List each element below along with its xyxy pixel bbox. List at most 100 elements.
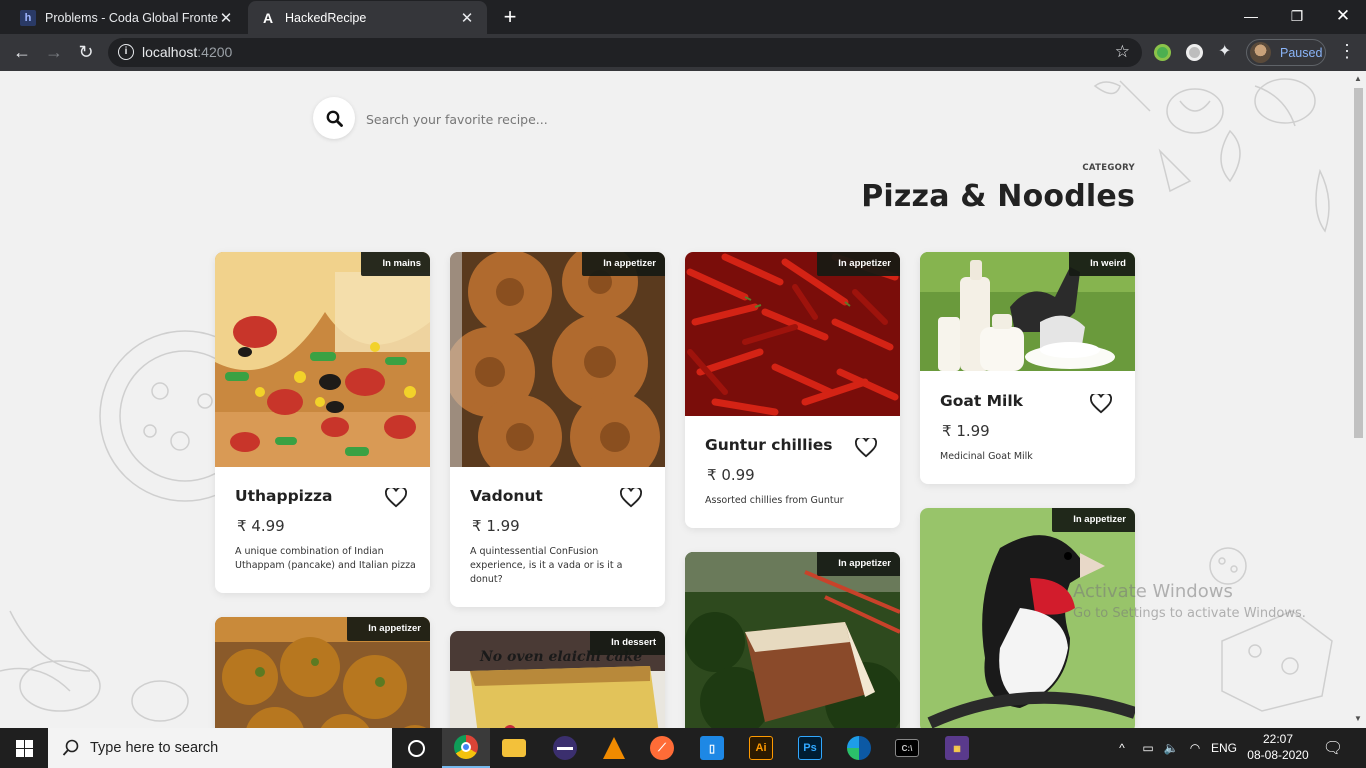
dish-description: Medicinal Goat Milk [940,451,1033,462]
new-tab-button[interactable]: + [500,4,520,30]
dish-name: Vadonut [470,487,543,505]
recipe-card-goat-milk[interactable]: In weird Goat Milk ₹ 1.99 Medicinal Goat… [920,252,1135,484]
scroll-down-icon[interactable]: ▼ [1354,714,1362,723]
browser-toolbar: ← → ↻ i localhost:4200 ☆ ✦ Paused ⋮ [0,34,1366,71]
price-value: 1.99 [956,422,990,440]
battery-icon[interactable]: ▭ [1138,728,1158,768]
taskbar-clock[interactable]: 22:07 08-08-2020 [1246,731,1310,763]
cortana-button[interactable] [392,728,440,768]
chillies-image [685,252,900,416]
taskbar-eclipse[interactable] [541,728,589,768]
activate-windows-title: Activate Windows [1073,581,1233,602]
network-icon[interactable]: ◠ [1184,728,1206,768]
dish-price: ₹ 1.99 [942,422,990,440]
profile-avatar [1250,42,1271,63]
extensions-puzzle-icon[interactable]: ✦ [1218,41,1235,60]
taskbar-terminal[interactable]: C:\ [883,728,931,768]
address-bar[interactable]: i localhost:4200 ☆ [108,38,1142,67]
taskbar-file-explorer[interactable] [490,728,538,768]
close-window-button[interactable]: ✕ [1320,0,1366,32]
chrome-icon [454,735,478,759]
dish-name: Uthappizza [235,487,333,505]
extension-green-icon[interactable] [1154,44,1171,61]
angular-favicon-icon: A [262,9,274,26]
windows-logo-icon [15,739,33,757]
file-explorer-icon [502,739,526,757]
site-info-icon[interactable]: i [118,44,134,60]
volume-icon[interactable]: 🔈 [1160,728,1182,768]
recipe-card-appetizer-paneer[interactable]: In appetizer [685,552,900,728]
edge-icon [847,736,871,760]
postman-icon: ⟋ [650,736,674,760]
paneer-image [685,552,900,728]
search-icon [326,110,343,127]
minimize-window-button[interactable]: ― [1228,0,1274,32]
forward-button[interactable]: → [41,39,67,65]
taskbar-search-box[interactable]: Type here to search [48,728,392,768]
course-tag: In dessert [590,631,665,655]
heart-icon[interactable] [855,438,877,458]
address-url[interactable]: localhost:4200 [142,44,232,60]
profile-paused-button[interactable]: Paused [1246,39,1326,66]
pizza-photo [215,252,430,467]
profile-status-label: Paused [1280,45,1323,60]
course-tag: In appetizer [817,252,900,276]
recipe-card-uthappizza[interactable]: In mains Uthappizza ₹ 4.99 A unique comb… [215,252,430,593]
taskbar-postman[interactable]: ⟋ [638,728,686,768]
taskbar-game[interactable]: ▦ [933,728,981,768]
url-host: localhost [142,44,198,60]
recipe-card-dessert-cake[interactable]: No oven elaichi cake In dessert [450,631,665,728]
taskbar-chrome[interactable] [442,728,490,768]
taskbar-app-blue[interactable]: ▯ [688,728,736,768]
taskbar-illustrator[interactable]: Ai [737,728,785,768]
tab-problems[interactable]: h Problems - Coda Global Frontend ✕ [8,1,246,34]
paneer-photo [685,552,900,728]
activate-windows-subtitle: Go to Settings to activate Windows. [1073,606,1306,621]
heart-icon[interactable] [385,488,407,508]
chrome-menu-icon[interactable]: ⋮ [1338,42,1356,60]
illustrator-icon: Ai [749,736,773,760]
search-button[interactable] [313,97,355,139]
heart-icon[interactable] [620,488,642,508]
rupee-icon: ₹ [237,517,247,535]
reload-button[interactable]: ↻ [73,39,99,65]
start-button[interactable] [0,728,48,768]
browser-tab-strip: h Problems - Coda Global Frontend ✕ A Ha… [0,0,1366,34]
back-button[interactable]: ← [9,39,35,65]
photoshop-icon: Ps [798,736,822,760]
language-indicator[interactable]: ENG [1208,728,1240,768]
taskbar-vlc[interactable] [590,728,638,768]
donut-photo [450,252,665,467]
page-scrollbar[interactable]: ▲ ▼ [1351,71,1366,728]
taskbar-photoshop[interactable]: Ps [786,728,834,768]
recipe-search-input[interactable] [366,108,726,130]
uthappizza-image [215,252,430,467]
bookmark-star-icon[interactable]: ☆ [1115,42,1130,62]
show-hidden-icons-button[interactable]: ^ [1112,728,1132,768]
course-tag: In weird [1069,252,1135,276]
action-center-icon[interactable]: 🗨 [1318,728,1348,768]
tab-hackedrecipe[interactable]: A HackedRecipe ✕ [248,1,487,34]
dish-description: A quintessential ConFusion experience, i… [470,546,623,585]
scroll-up-icon[interactable]: ▲ [1354,74,1362,83]
restore-window-button[interactable]: ❐ [1274,0,1320,32]
course-tag: In appetizer [347,617,430,641]
rupee-icon: ₹ [942,422,952,440]
game-icon: ▦ [945,736,969,760]
tab-close-icon[interactable]: ✕ [459,9,475,27]
scrollbar-thumb[interactable] [1354,88,1363,438]
taskbar-search-placeholder: Type here to search [90,740,219,756]
recipe-card-guntur-chillies[interactable]: In appetizer Guntur chillies ₹ 0.99 Asso… [685,252,900,528]
cortana-icon [407,739,425,757]
url-port: :4200 [197,44,233,60]
recipe-card-vadonut[interactable]: In appetizer Vadonut ₹ 1.99 A quintessen… [450,252,665,607]
taskbar-edge[interactable] [835,728,883,768]
heart-icon[interactable] [1090,394,1112,414]
food-sketch-background [0,78,1333,722]
tab-close-icon[interactable]: ✕ [218,9,234,27]
recipe-card-appetizer-pakora[interactable]: In appetizer [215,617,430,728]
rupee-icon: ₹ [472,517,482,535]
course-tag: In mains [361,252,430,276]
extension-record-icon[interactable] [1186,44,1203,61]
rupee-icon: ₹ [707,466,717,484]
